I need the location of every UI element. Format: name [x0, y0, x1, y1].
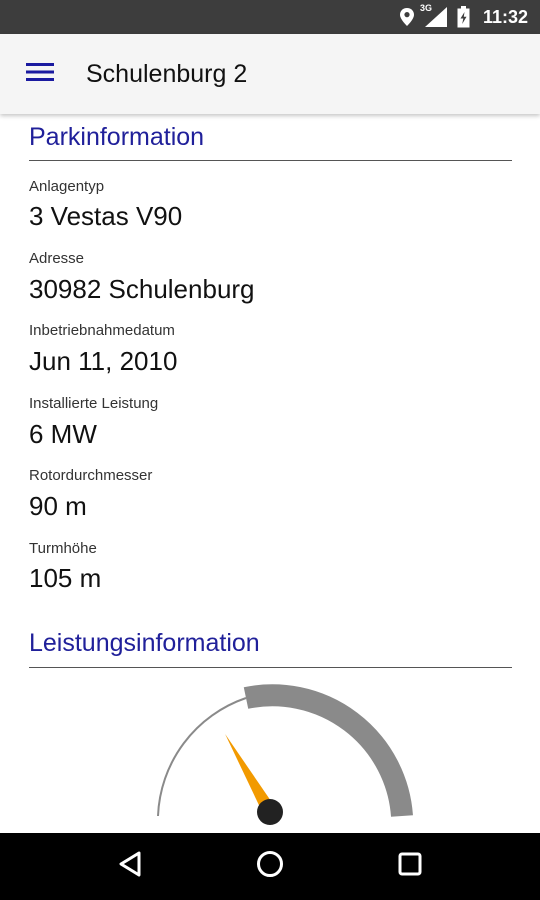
- home-button[interactable]: [240, 837, 300, 897]
- adresse-label: Adresse: [29, 250, 85, 267]
- app-bar: Schulenburg 2: [0, 34, 540, 114]
- turmhoehe-value: 105 m: [29, 563, 102, 593]
- rotordurchmesser-value: 90 m: [29, 491, 87, 521]
- power-info-divider: [29, 667, 512, 668]
- anlagentyp-value: 3 Vestas V90: [29, 201, 183, 231]
- gauge-scale-line: [157, 697, 247, 817]
- menu-button[interactable]: [0, 34, 80, 114]
- content-scroll-area[interactable]: Parkinformation Anlagentyp 3 Vestas V90 …: [0, 114, 540, 833]
- back-button[interactable]: [100, 837, 160, 897]
- turmhoehe-label: Turmhöhe: [29, 540, 97, 557]
- installierte-leistung-label: Installierte Leistung: [29, 395, 159, 412]
- page-title: Schulenburg 2: [86, 59, 248, 88]
- recents-icon: [397, 851, 423, 882]
- location-icon: [399, 7, 415, 27]
- back-icon: [117, 850, 143, 883]
- installierte-leistung-value: 6 MW: [29, 419, 97, 449]
- adresse-value: 30982 Schulenburg: [29, 274, 255, 304]
- recents-button[interactable]: [380, 837, 440, 897]
- rotordurchmesser-label: Rotordurchmesser: [29, 467, 153, 484]
- inbetriebnahmedatum-value: Jun 11, 2010: [29, 346, 178, 376]
- power-info-section-title: Leistungsinformation: [29, 629, 260, 657]
- inbetriebnahmedatum-label: Inbetriebnahmedatum: [29, 322, 175, 339]
- gauge-hub: [257, 799, 283, 825]
- status-time: 11:32: [482, 6, 528, 27]
- network-type-label: 3G: [419, 3, 432, 13]
- home-icon: [255, 849, 285, 884]
- anlagentyp-label: Anlagentyp: [29, 178, 105, 195]
- navigation-bar: [0, 833, 540, 900]
- gauge-scale-arc: [243, 684, 413, 817]
- signal-icon: 3G: [420, 3, 448, 28]
- status-bar: 3G 11:32: [0, 0, 540, 34]
- battery-icon: [457, 6, 470, 28]
- park-info-section-title: Parkinformation: [29, 123, 205, 151]
- power-gauge: [157, 684, 413, 825]
- park-info-divider: [29, 160, 512, 161]
- hamburger-menu-icon: [26, 62, 54, 87]
